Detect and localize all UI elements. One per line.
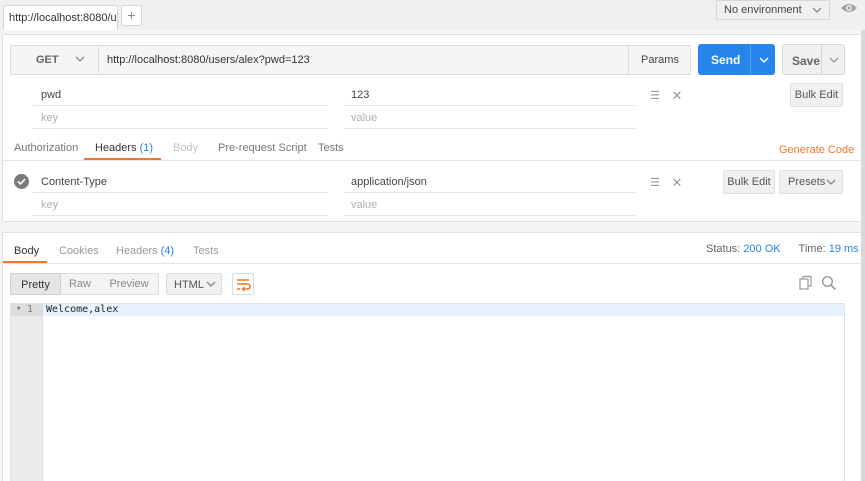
presets-button[interactable]: Presets — [779, 170, 843, 194]
eye-icon[interactable] — [836, 0, 862, 20]
param-value-underline-2 — [344, 128, 636, 129]
response-tab-headers[interactable]: Headers (4) — [116, 245, 174, 257]
search-icon[interactable] — [821, 275, 837, 294]
time-value: 19 ms — [828, 243, 859, 255]
tab-headers-label: Headers — [95, 142, 137, 154]
method-select[interactable]: GET — [10, 45, 99, 75]
time-label: Time: — [798, 243, 826, 255]
view-mode-raw[interactable]: Raw — [61, 273, 99, 295]
param-key-placeholder[interactable]: key — [41, 112, 58, 124]
send-divider — [750, 44, 751, 75]
response-tab-tests[interactable]: Tests — [193, 245, 219, 257]
header-value-underline — [344, 192, 636, 193]
param-value[interactable]: 123 — [351, 89, 369, 101]
chevron-down-icon[interactable] — [758, 54, 770, 68]
format-label: HTML — [174, 279, 204, 291]
fold-icon[interactable]: ▾ — [16, 304, 21, 314]
tab-tests[interactable]: Tests — [318, 142, 344, 154]
header-key-underline — [33, 192, 328, 193]
status-value: 200 OK — [743, 243, 781, 255]
drag-handle-icon[interactable]: ☰ — [648, 89, 662, 102]
editor-gutter — [11, 304, 43, 481]
response-status: Status: 200 OK Time: 19 ms — [706, 243, 859, 255]
copy-icon[interactable] — [798, 275, 814, 294]
chevron-down-icon — [74, 54, 86, 67]
send-label: Send — [711, 53, 741, 67]
active-line-highlight — [43, 304, 844, 316]
tab-pre-request-script[interactable]: Pre-request Script — [218, 142, 307, 154]
tab-headers[interactable]: Headers (1) — [95, 142, 153, 154]
response-tab-body[interactable]: Body — [14, 245, 39, 257]
header-value-placeholder[interactable]: value — [351, 199, 377, 211]
scrollbar[interactable] — [861, 30, 865, 481]
param-value-underline — [344, 105, 636, 106]
tab-authorization[interactable]: Authorization — [14, 142, 78, 154]
params-button[interactable]: Params — [628, 45, 691, 75]
params-bulk-edit-button[interactable]: Bulk Edit — [790, 83, 843, 107]
tabs-divider — [3, 160, 862, 161]
response-tabs-divider — [3, 263, 862, 264]
param-key[interactable]: pwd — [41, 89, 61, 101]
close-icon[interactable]: ✕ — [670, 175, 684, 191]
chevron-down-icon — [205, 279, 217, 292]
format-select[interactable]: HTML — [166, 273, 222, 295]
header-value-underline-2 — [344, 215, 636, 216]
tab-body[interactable]: Body — [173, 142, 198, 154]
view-mode-preview[interactable]: Preview — [99, 273, 159, 295]
tab-headers-count: (1) — [139, 142, 154, 154]
url-input[interactable] — [100, 46, 628, 74]
response-tab-headers-count: (4) — [160, 245, 175, 257]
chevron-down-icon — [825, 177, 837, 190]
wrap-lines-icon[interactable] — [232, 273, 254, 295]
response-tab-cookies[interactable]: Cookies — [59, 245, 99, 257]
environment-label: No environment — [724, 4, 802, 16]
line-number: 1 — [27, 304, 34, 315]
param-value-placeholder[interactable]: value — [351, 112, 377, 124]
header-key-placeholder[interactable]: key — [41, 199, 58, 211]
response-tab-headers-label: Headers — [116, 245, 158, 257]
close-icon[interactable]: ✕ — [670, 88, 684, 104]
param-key-underline-2 — [33, 128, 328, 129]
presets-label: Presets — [788, 176, 826, 188]
environment-select[interactable]: No environment — [716, 0, 830, 20]
save-divider — [821, 45, 822, 74]
headers-bulk-edit-button[interactable]: Bulk Edit — [723, 170, 775, 194]
save-label: Save — [792, 54, 821, 68]
checkmark-icon[interactable] — [14, 174, 29, 189]
generate-code-link[interactable]: Generate Code — [779, 144, 854, 156]
header-value[interactable]: application/json — [351, 176, 427, 188]
status-label: Status: — [706, 243, 741, 255]
save-button[interactable]: Save — [782, 44, 845, 75]
response-editor[interactable] — [10, 303, 845, 481]
chevron-down-icon[interactable] — [828, 54, 840, 68]
method-label: GET — [36, 54, 59, 66]
response-body-text[interactable]: Welcome,alex — [46, 304, 118, 315]
chevron-down-icon — [811, 5, 823, 18]
drag-handle-icon[interactable]: ☰ — [648, 176, 662, 189]
view-mode-pretty[interactable]: Pretty — [10, 273, 61, 295]
param-key-underline — [33, 105, 328, 106]
add-tab-button[interactable]: + — [121, 5, 142, 26]
send-button[interactable]: Send — [698, 44, 775, 75]
header-key[interactable]: Content-Type — [41, 176, 107, 188]
header-key-underline-2 — [33, 215, 328, 216]
request-tab[interactable]: http://localhost:8080/use — [3, 5, 118, 30]
